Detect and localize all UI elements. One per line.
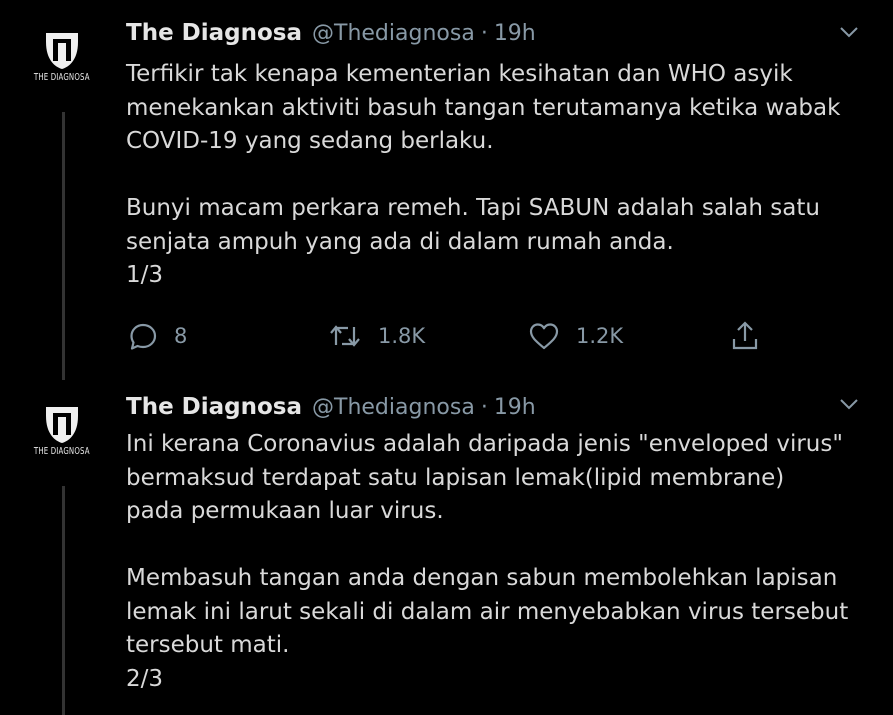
timestamp[interactable]: 19h (494, 395, 536, 420)
tweet-header: The Diagnosa @Thediagnosa · 19h (126, 16, 853, 50)
tweet-text: Terfikir tak kenapa kementerian kesihata… (126, 58, 871, 293)
share-icon (732, 321, 758, 350)
tweet-text-content: Terfikir tak kenapa kementerian kesihata… (126, 61, 841, 288)
tweet-header: The Diagnosa @Thediagnosa · 19h (126, 390, 853, 424)
author-name[interactable]: The Diagnosa (126, 394, 302, 420)
separator: · (480, 20, 488, 46)
separator: · (480, 394, 488, 420)
author-name[interactable]: The Diagnosa (126, 20, 302, 46)
retweet-button[interactable]: 1.8K (328, 316, 425, 356)
tweet-1[interactable]: THE DIAGNOSA The Diagnosa @Thediagnosa ·… (0, 0, 893, 380)
heart-icon (529, 323, 559, 350)
chevron-down-icon[interactable] (837, 20, 861, 44)
avatar-label: THE DIAGNOSA (34, 72, 90, 83)
author-handle[interactable]: @Thediagnosa (312, 395, 475, 420)
avatar[interactable]: THE DIAGNOSA (26, 404, 98, 464)
logo-mark-icon (46, 407, 78, 443)
share-button[interactable] (730, 316, 760, 356)
retweet-icon (330, 325, 360, 347)
chevron-down-icon[interactable] (837, 392, 861, 416)
tweet-actions: 8 1.8K 1.2K (126, 316, 776, 356)
tweet-2[interactable]: THE DIAGNOSA The Diagnosa @Thediagnosa ·… (0, 380, 893, 715)
timestamp[interactable]: 19h (494, 21, 536, 46)
retweet-count: 1.8K (378, 324, 426, 348)
avatar-label: THE DIAGNOSA (34, 446, 90, 457)
tweet-text-content: Ini kerana Coronavius adalah daripada je… (126, 431, 849, 692)
like-count: 1.2K (576, 324, 624, 348)
tweet-text: Ini kerana Coronavius adalah daripada je… (126, 428, 871, 696)
avatar[interactable]: THE DIAGNOSA (26, 30, 98, 90)
thread-connector (62, 486, 65, 715)
reply-button[interactable]: 8 (128, 316, 187, 356)
reply-icon (130, 323, 157, 350)
like-button[interactable]: 1.2K (528, 316, 623, 356)
author-handle[interactable]: @Thediagnosa (312, 21, 475, 46)
logo-mark-icon (46, 33, 78, 69)
thread-connector (62, 112, 65, 380)
reply-count: 8 (174, 324, 188, 348)
